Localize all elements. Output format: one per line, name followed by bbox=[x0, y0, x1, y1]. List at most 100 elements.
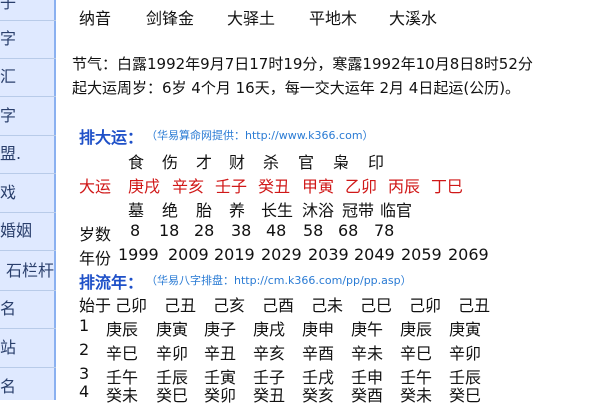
ganzhi-cell: 庚戌 bbox=[128, 177, 161, 196]
sidebar-link-11[interactable]: 名 bbox=[0, 374, 56, 400]
dayun-label: 大运 bbox=[79, 177, 112, 196]
age-cell: 28 bbox=[194, 221, 215, 240]
start-label: 始于 bbox=[79, 296, 112, 315]
sidebar-link-label: 石栏杆 bbox=[6, 261, 55, 280]
sidebar-divider bbox=[0, 96, 56, 97]
sidebar-divider bbox=[0, 250, 56, 251]
age-label: 岁数 bbox=[79, 225, 112, 244]
liunian-cell: 庚寅 bbox=[449, 320, 482, 339]
liunian-index: 3 bbox=[79, 364, 90, 383]
liunian-cell: 己卯 bbox=[409, 296, 442, 315]
ganzhi-cell: 乙卯 bbox=[345, 177, 378, 196]
sidebar-link-8[interactable]: 石栏杆 bbox=[0, 258, 56, 284]
liunian-cell: 辛巳 bbox=[400, 344, 433, 363]
sidebar-link-3[interactable]: 汇 bbox=[0, 64, 56, 90]
sidebar-divider bbox=[0, 212, 56, 213]
shishen-cell: 枭 bbox=[333, 153, 350, 172]
ganzhi-cell: 丁巳 bbox=[431, 177, 464, 196]
ganzhi-cell: 癸丑 bbox=[258, 177, 291, 196]
shishen-cell: 官 bbox=[298, 153, 315, 172]
liunian-cell: 癸丑 bbox=[253, 386, 286, 405]
liunian-cell: 癸未 bbox=[106, 386, 139, 405]
liunian-cell: 辛酉 bbox=[302, 344, 335, 363]
sidebar-divider bbox=[0, 290, 56, 291]
liunian-cell: 己酉 bbox=[262, 296, 295, 315]
sidebar-link-label: 盟. bbox=[0, 144, 22, 163]
sidebar-link-5[interactable]: 盟. bbox=[0, 141, 56, 167]
shishen-cell: 才 bbox=[196, 153, 213, 172]
sidebar-link-label: 子 bbox=[0, 0, 17, 12]
sidebar-link-4[interactable]: 字 bbox=[0, 103, 56, 129]
sidebar-link-label: 名 bbox=[0, 299, 17, 318]
liunian-cell: 庚戌 bbox=[253, 320, 286, 339]
liunian-cell: 庚午 bbox=[351, 320, 384, 339]
year-cell: 1999 bbox=[118, 245, 159, 264]
age-cell: 48 bbox=[266, 221, 287, 240]
age-cell: 38 bbox=[231, 221, 252, 240]
year-cell: 2049 bbox=[354, 245, 395, 264]
liunian-cell: 庚辰 bbox=[400, 320, 433, 339]
ganzhi-cell: 壬子 bbox=[215, 177, 248, 196]
liunian-index: 2 bbox=[79, 340, 90, 359]
sidebar-link-9[interactable]: 名 bbox=[0, 296, 56, 322]
liunian-cell: 癸卯 bbox=[204, 386, 237, 405]
liunian-source-link[interactable]: （华易八字排盘：http://cm.k366.com/pp/pp.asp） bbox=[146, 272, 412, 288]
year-cell: 2019 bbox=[214, 245, 255, 264]
liunian-cell: 己丑 bbox=[458, 296, 491, 315]
year-cell: 2069 bbox=[448, 245, 489, 264]
sidebar-link-label: 站 bbox=[0, 338, 17, 357]
sidebar-divider bbox=[0, 58, 56, 59]
liunian-cell: 己巳 bbox=[360, 296, 393, 315]
sidebar-link-label: 字 bbox=[0, 106, 17, 125]
sidebar-link-1[interactable]: 子 bbox=[0, 0, 56, 16]
year-cell: 2029 bbox=[261, 245, 302, 264]
changsheng-cell: 养 bbox=[229, 201, 246, 220]
liunian-cell: 癸未 bbox=[400, 386, 433, 405]
ganzhi-cell: 甲寅 bbox=[302, 177, 335, 196]
liunian-cell: 己卯 bbox=[115, 296, 148, 315]
changsheng-cell: 冠带 bbox=[342, 201, 375, 220]
sidebar-link-6[interactable]: 戏 bbox=[0, 180, 56, 206]
nayin-value: 平地木 bbox=[309, 9, 358, 28]
liunian-cell: 癸巳 bbox=[156, 386, 189, 405]
changsheng-cell: 胎 bbox=[196, 201, 213, 220]
liunian-cell: 癸巳 bbox=[449, 386, 482, 405]
liunian-title: 排流年： bbox=[79, 273, 144, 292]
liunian-cell: 癸酉 bbox=[351, 386, 384, 405]
changsheng-cell: 墓 bbox=[128, 201, 145, 220]
shishen-cell: 杀 bbox=[263, 153, 280, 172]
age-cell: 8 bbox=[130, 221, 141, 240]
liunian-cell: 辛卯 bbox=[449, 344, 482, 363]
liunian-cell: 辛亥 bbox=[253, 344, 286, 363]
sidebar-link-label: 字 bbox=[0, 29, 17, 48]
bazi-content: 纳音 剑锋金 大驿土 平地木 大溪水 节气：白露1992年9月7日17时19分，… bbox=[72, 0, 600, 405]
sidebar-link-10[interactable]: 站 bbox=[0, 335, 56, 361]
age-cell: 18 bbox=[159, 221, 180, 240]
left-sidebar: 子 字 汇 字 盟. 戏 婚姻 石栏杆 名 站 名 bbox=[0, 0, 56, 400]
year-cell: 2039 bbox=[308, 245, 349, 264]
shishen-cell: 伤 bbox=[162, 153, 179, 172]
dayun-source-link[interactable]: （华易算命网提供：http://www.k366.com） bbox=[146, 127, 374, 143]
liunian-cell: 己亥 bbox=[213, 296, 246, 315]
sidebar-divider bbox=[0, 328, 56, 329]
nayin-value: 大溪水 bbox=[389, 9, 438, 28]
sidebar-link-label: 婚姻 bbox=[0, 221, 33, 240]
dayun-title: 排大运： bbox=[79, 128, 144, 147]
sidebar-link-label: 戏 bbox=[0, 183, 17, 202]
liunian-cell: 庚子 bbox=[204, 320, 237, 339]
age-cell: 58 bbox=[303, 221, 324, 240]
liunian-cell: 辛巳 bbox=[106, 344, 139, 363]
sidebar-divider bbox=[0, 367, 56, 368]
liunian-index: 4 bbox=[79, 382, 90, 401]
liunian-cell: 庚申 bbox=[302, 320, 335, 339]
liunian-index: 1 bbox=[79, 316, 90, 335]
liunian-cell: 癸亥 bbox=[302, 386, 335, 405]
changsheng-cell: 绝 bbox=[162, 201, 179, 220]
liunian-cell: 己丑 bbox=[164, 296, 197, 315]
sidebar-link-7[interactable]: 婚姻 bbox=[0, 218, 56, 244]
sidebar-link-2[interactable]: 字 bbox=[0, 26, 56, 52]
age-cell: 78 bbox=[374, 221, 395, 240]
sidebar-link-label: 名 bbox=[0, 377, 17, 396]
changsheng-cell: 长生 bbox=[261, 201, 294, 220]
nayin-value: 剑锋金 bbox=[146, 9, 195, 28]
